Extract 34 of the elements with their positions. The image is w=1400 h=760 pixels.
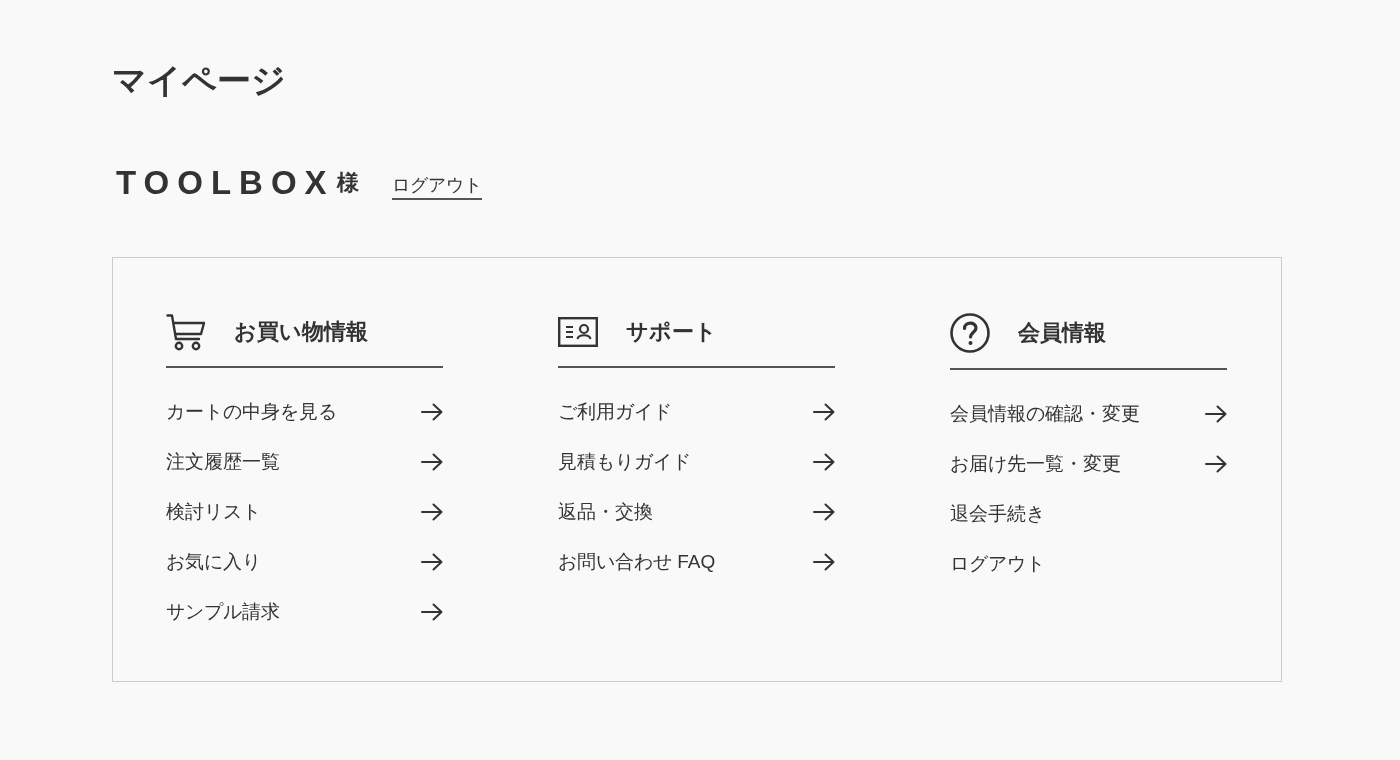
arrow-right-icon bbox=[813, 403, 835, 421]
arrow-right-icon bbox=[421, 453, 443, 471]
menu-link[interactable]: ログアウト bbox=[950, 539, 1227, 589]
menu-link[interactable]: カートの中身を見る bbox=[166, 387, 443, 437]
help-icon bbox=[950, 313, 990, 353]
arrow-right-icon bbox=[813, 553, 835, 571]
menu-link[interactable]: お届け先一覧・変更 bbox=[950, 439, 1227, 489]
menu-link[interactable]: 注文履歴一覧 bbox=[166, 437, 443, 487]
menu-link[interactable]: サンプル請求 bbox=[166, 587, 443, 637]
section-title: お買い物情報 bbox=[234, 318, 368, 346]
arrow-right-icon bbox=[1205, 405, 1227, 423]
section-title: 会員情報 bbox=[1018, 319, 1106, 347]
page-title: マイページ bbox=[112, 60, 286, 101]
menu-link[interactable]: 退会手続き bbox=[950, 489, 1227, 539]
menu-link[interactable]: お問い合わせ FAQ bbox=[558, 537, 835, 587]
arrow-right-icon bbox=[421, 553, 443, 571]
arrow-right-icon bbox=[421, 503, 443, 521]
cart-icon bbox=[166, 313, 206, 351]
menu-link[interactable]: お気に入り bbox=[166, 537, 443, 587]
honorific: 様 bbox=[336, 169, 359, 197]
section-title: サポート bbox=[626, 318, 717, 346]
arrow-right-icon bbox=[421, 403, 443, 421]
arrow-right-icon bbox=[813, 503, 835, 521]
user-name: TOOLBOX bbox=[116, 163, 335, 203]
menu-link[interactable]: ご利用ガイド bbox=[558, 387, 835, 437]
menu-link[interactable]: 会員情報の確認・変更 bbox=[950, 389, 1227, 439]
menu-link[interactable]: 見積もりガイド bbox=[558, 437, 835, 487]
logout-link[interactable]: ログアウト bbox=[391, 172, 482, 200]
arrow-right-icon bbox=[1205, 455, 1227, 473]
id-card-icon bbox=[558, 317, 598, 347]
menu-link[interactable]: 検討リスト bbox=[166, 487, 443, 537]
menu-link[interactable]: 返品・交換 bbox=[558, 487, 835, 537]
arrow-right-icon bbox=[813, 453, 835, 471]
arrow-right-icon bbox=[421, 603, 443, 621]
